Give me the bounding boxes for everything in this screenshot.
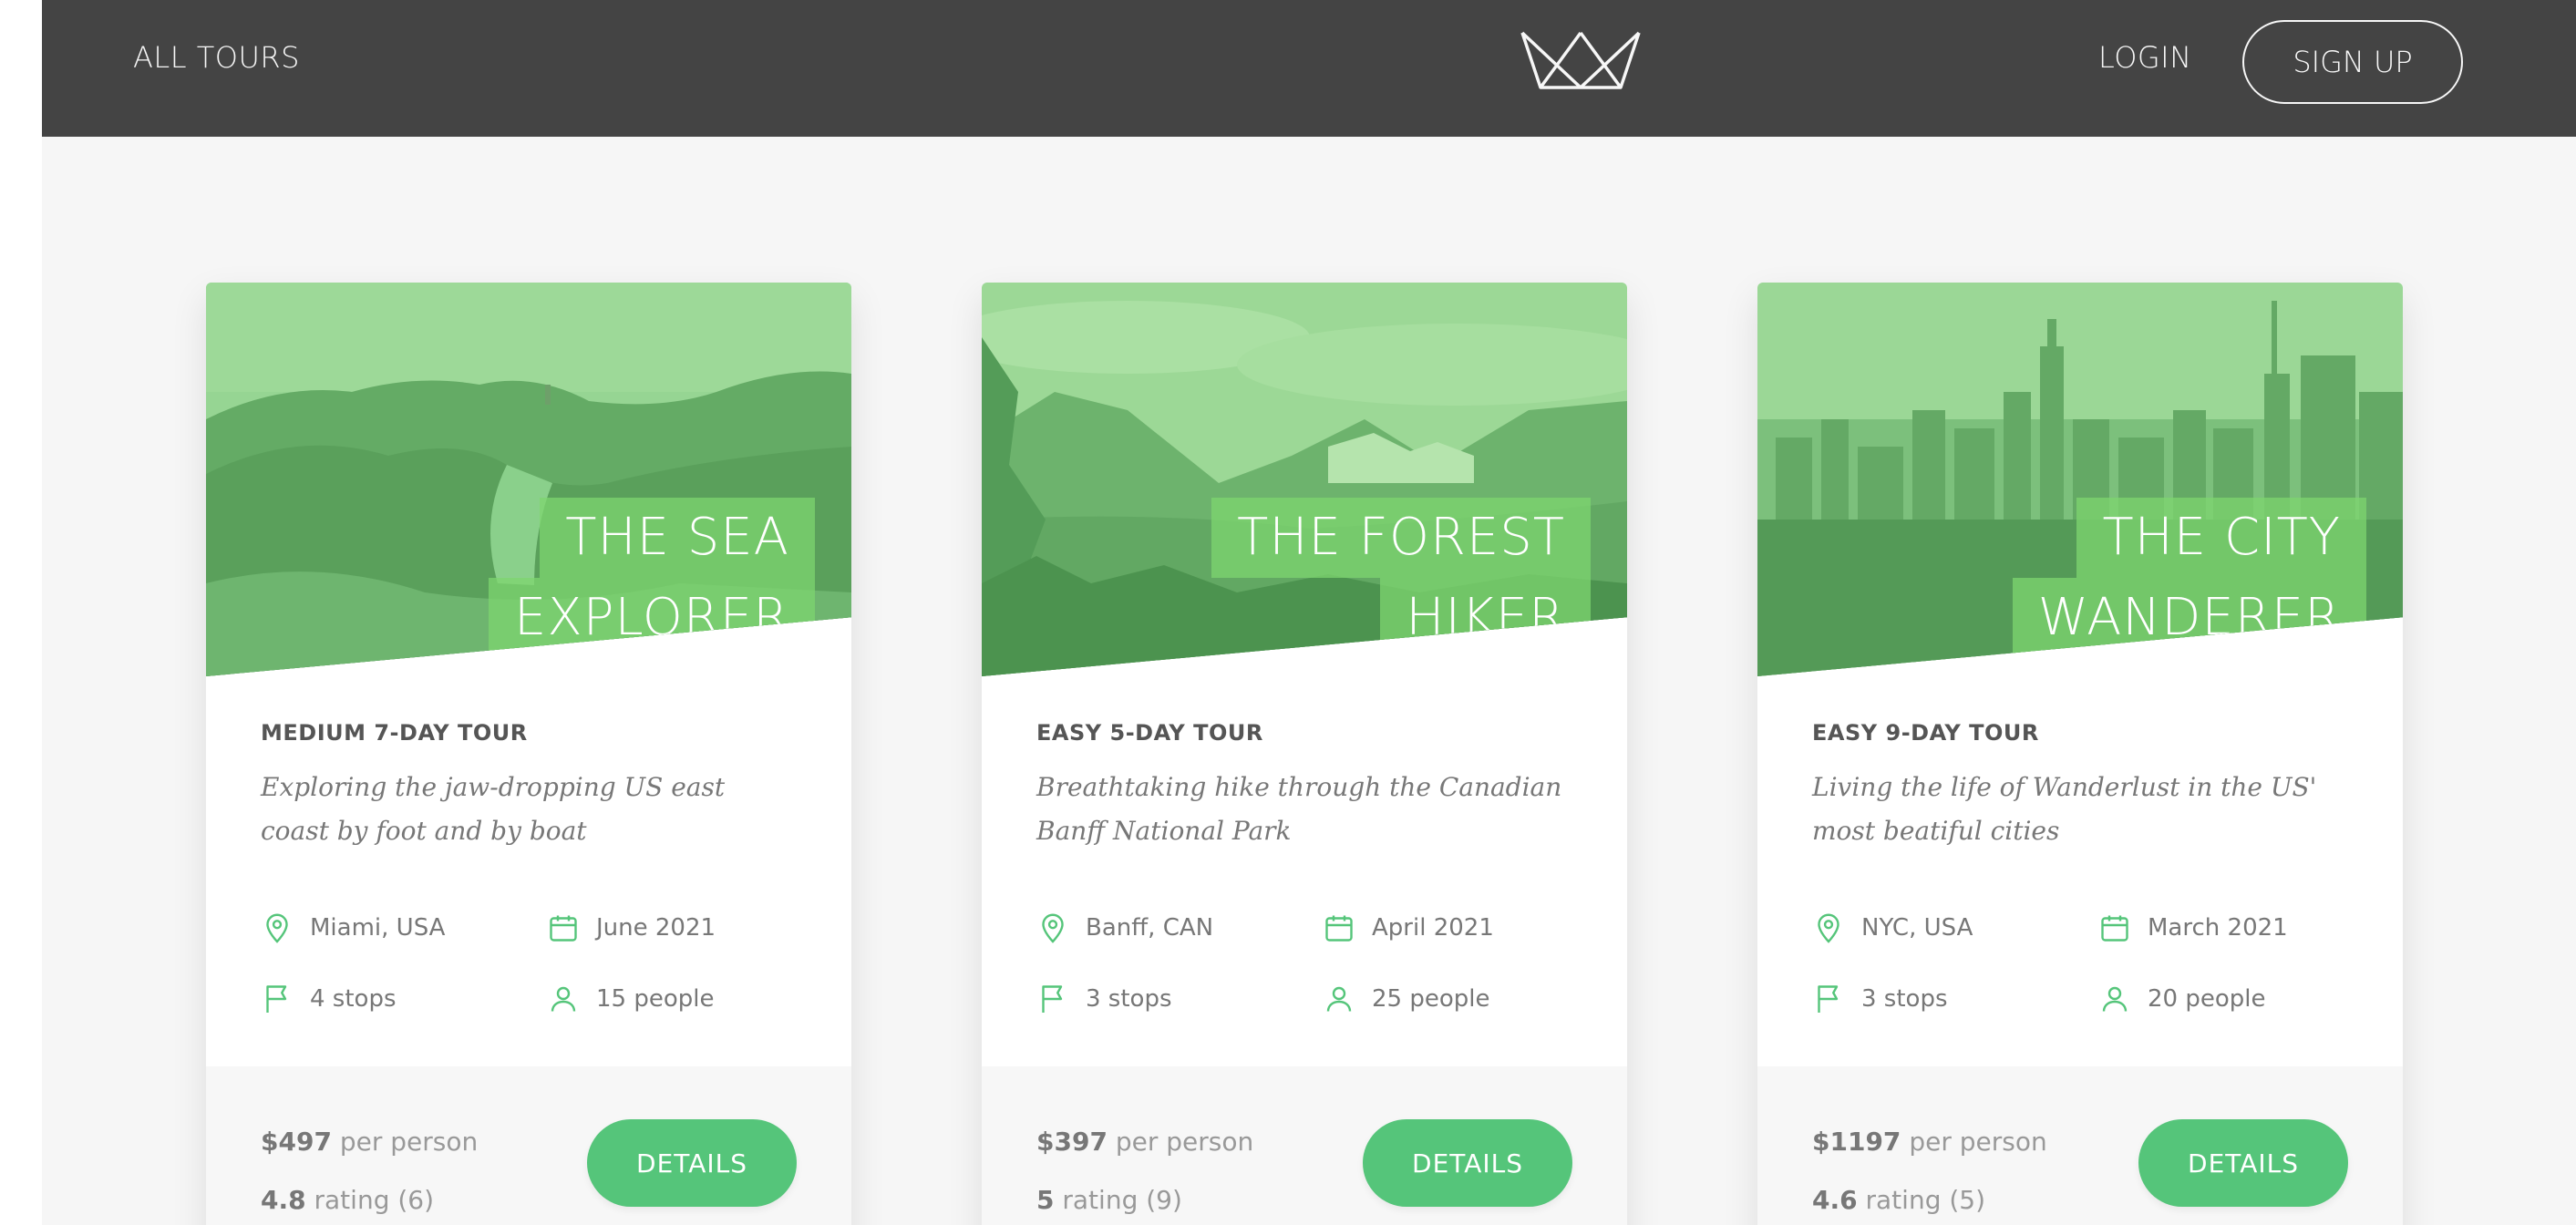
card-footer: $1197 per person 4.6 rating (5) DETAILS bbox=[1757, 1066, 2403, 1225]
meta-location: Miami, USA bbox=[261, 911, 445, 944]
meta-location: NYC, USA bbox=[1812, 911, 1973, 944]
all-tours-link[interactable]: ALL TOURS bbox=[133, 40, 300, 75]
tour-description: Exploring the jaw-dropping US east coast… bbox=[261, 772, 726, 846]
card-title-line-1: THE FOREST bbox=[1211, 498, 1591, 578]
price: $397 per person bbox=[1036, 1127, 1253, 1157]
tour-meta: NYC, USA March 2021 3 stops 20 people bbox=[1812, 911, 2348, 1057]
signup-button[interactable]: SIGN UP bbox=[2242, 20, 2463, 104]
card-body: EASY 9-DAY TOUR Living the life of Wande… bbox=[1812, 720, 2348, 853]
meta-stops: 3 stops bbox=[1036, 983, 1172, 1015]
card-image: THE SEA EXPLORER bbox=[206, 283, 851, 676]
rating-value: 5 bbox=[1036, 1185, 1055, 1215]
date-text: March 2021 bbox=[2148, 914, 2288, 942]
tour-card: THE SEA EXPLORER MEDIUM 7-DAY TOUR Explo… bbox=[206, 283, 851, 1225]
details-button[interactable]: DETAILS bbox=[2138, 1119, 2348, 1207]
rating-count: (5) bbox=[1949, 1185, 1986, 1215]
rating: 4.8 rating (6) bbox=[261, 1185, 434, 1215]
calendar-icon bbox=[1325, 915, 1353, 942]
card-title-line-1: THE CITY bbox=[2076, 498, 2366, 578]
tour-difficulty: MEDIUM 7-DAY TOUR bbox=[261, 720, 528, 746]
rating-value: 4.8 bbox=[261, 1185, 306, 1215]
user-icon bbox=[2102, 986, 2128, 1012]
tour-card: THE FOREST HIKER EASY 5-DAY TOUR Breatht… bbox=[982, 283, 1627, 1225]
stops-text: 4 stops bbox=[310, 985, 397, 1013]
map-pin-icon bbox=[266, 913, 288, 943]
price-unit: per person bbox=[339, 1127, 479, 1157]
details-button[interactable]: DETAILS bbox=[587, 1119, 797, 1207]
card-title-line-2: EXPLORER bbox=[489, 578, 815, 658]
meta-date: April 2021 bbox=[1323, 911, 1494, 944]
card-title-line-2: HIKER bbox=[1380, 578, 1591, 658]
stops-text: 3 stops bbox=[1861, 985, 1948, 1013]
card-body: EASY 5-DAY TOUR Breathtaking hike throug… bbox=[1036, 720, 1572, 853]
flag-icon bbox=[266, 985, 287, 1013]
card-footer: $397 per person 5 rating (9) DETAILS bbox=[982, 1066, 1627, 1225]
meta-date: March 2021 bbox=[2098, 911, 2288, 944]
user-icon bbox=[1326, 986, 1352, 1012]
meta-people: 25 people bbox=[1323, 983, 1489, 1015]
rating-label: rating bbox=[1865, 1185, 1942, 1215]
tour-description: Breathtaking hike through the Canadian B… bbox=[1036, 772, 1562, 846]
login-link[interactable]: LOGIN bbox=[2098, 40, 2192, 75]
app-root: ALL TOURS LOGIN SIGN UP THE SEA EXPLORER… bbox=[42, 0, 2576, 1225]
people-text: 20 people bbox=[2148, 985, 2266, 1013]
location-text: NYC, USA bbox=[1861, 914, 1973, 942]
card-title-line-2: WANDERER bbox=[2012, 578, 2366, 658]
price-value: $1197 bbox=[1812, 1127, 1901, 1157]
stops-text: 3 stops bbox=[1086, 985, 1172, 1013]
calendar-icon bbox=[2101, 915, 2128, 942]
calendar-icon bbox=[550, 915, 577, 942]
meta-location: Banff, CAN bbox=[1036, 911, 1213, 944]
flag-icon bbox=[1042, 985, 1063, 1013]
tour-description: Living the life of Wanderlust in the US'… bbox=[1812, 772, 2317, 846]
card-image: THE CITY WANDERER bbox=[1757, 283, 2403, 676]
location-text: Banff, CAN bbox=[1086, 914, 1214, 942]
card-footer: $497 per person 4.8 rating (6) DETAILS bbox=[206, 1066, 851, 1225]
tour-meta: Banff, CAN April 2021 3 stops 25 people bbox=[1036, 911, 1572, 1057]
tour-meta: Miami, USA June 2021 4 stops 15 people bbox=[261, 911, 797, 1057]
rating-label: rating bbox=[1062, 1185, 1139, 1215]
top-nav: ALL TOURS LOGIN SIGN UP bbox=[42, 0, 2576, 137]
date-text: April 2021 bbox=[1372, 914, 1494, 942]
price: $497 per person bbox=[261, 1127, 478, 1157]
user-icon bbox=[551, 986, 576, 1012]
rating-count: (9) bbox=[1146, 1185, 1182, 1215]
tour-difficulty: EASY 5-DAY TOUR bbox=[1036, 720, 1263, 746]
meta-people: 20 people bbox=[2098, 983, 2265, 1015]
map-pin-icon bbox=[1042, 913, 1064, 943]
flag-icon bbox=[1818, 985, 1839, 1013]
price-value: $397 bbox=[1036, 1127, 1108, 1157]
price-unit: per person bbox=[1115, 1127, 1254, 1157]
crown-logo-icon[interactable] bbox=[1519, 27, 1643, 93]
details-button[interactable]: DETAILS bbox=[1363, 1119, 1572, 1207]
rating: 5 rating (9) bbox=[1036, 1185, 1182, 1215]
meta-stops: 3 stops bbox=[1812, 983, 1948, 1015]
location-text: Miami, USA bbox=[310, 914, 446, 942]
card-image: THE FOREST HIKER bbox=[982, 283, 1627, 676]
price-unit: per person bbox=[1909, 1127, 2047, 1157]
price: $1197 per person bbox=[1812, 1127, 2047, 1157]
map-pin-icon bbox=[1818, 913, 1839, 943]
card-body: MEDIUM 7-DAY TOUR Exploring the jaw-drop… bbox=[261, 720, 797, 853]
date-text: June 2021 bbox=[596, 914, 716, 942]
rating-count: (6) bbox=[397, 1185, 435, 1215]
card-title-line-1: THE SEA bbox=[540, 498, 815, 578]
people-text: 15 people bbox=[596, 985, 715, 1013]
rating-label: rating bbox=[314, 1185, 390, 1215]
price-value: $497 bbox=[261, 1127, 332, 1157]
meta-stops: 4 stops bbox=[261, 983, 397, 1015]
rating: 4.6 rating (5) bbox=[1812, 1185, 1985, 1215]
people-text: 25 people bbox=[1372, 985, 1490, 1013]
meta-date: June 2021 bbox=[547, 911, 716, 944]
tour-card: THE CITY WANDERER EASY 9-DAY TOUR Living… bbox=[1757, 283, 2403, 1225]
tour-difficulty: EASY 9-DAY TOUR bbox=[1812, 720, 2039, 746]
rating-value: 4.6 bbox=[1812, 1185, 1858, 1215]
meta-people: 15 people bbox=[547, 983, 714, 1015]
